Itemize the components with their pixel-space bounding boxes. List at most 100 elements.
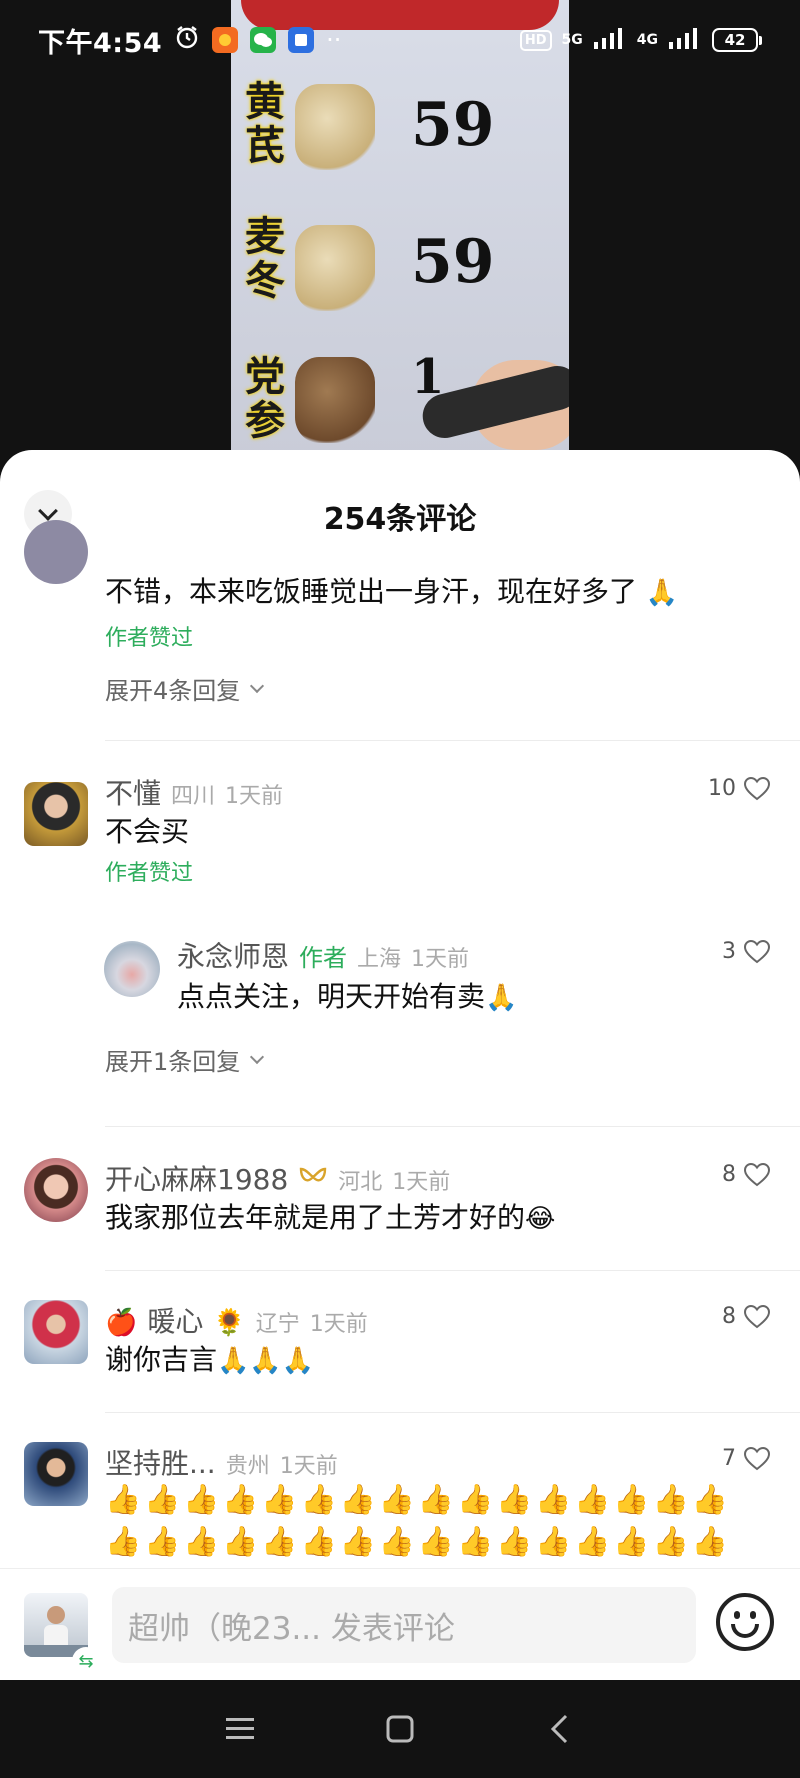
herb-image — [295, 225, 375, 311]
comment-sheet: 254条评论 不错，本来吃饭睡觉出一身汗，现在好多了 🙏 作者赞过 展开4条回复 — [0, 450, 800, 1678]
commenter-name[interactable]: 暖心 — [147, 1300, 203, 1340]
herb-price: 59 — [411, 90, 495, 160]
switch-identity-icon[interactable]: ⇆ — [72, 1647, 100, 1675]
herb-name: 党参 — [245, 353, 285, 444]
battery-level: 42 — [712, 28, 758, 52]
chevron-down-icon — [250, 678, 265, 693]
like-button[interactable]: 8 — [722, 1304, 771, 1329]
avatar[interactable] — [24, 1300, 88, 1364]
divider — [105, 1126, 800, 1127]
thumbs-up-emoji-line: 👍👍👍👍👍👍👍👍👍👍👍👍👍👍👍👍 — [105, 1524, 731, 1558]
like-count: 7 — [722, 1446, 736, 1471]
back-nav-button[interactable] — [530, 1699, 590, 1759]
herb-image — [295, 357, 375, 443]
more-notifications-icon: ·· — [326, 26, 342, 54]
like-button[interactable]: 7 — [722, 1446, 771, 1471]
hd-voice-badge: HD — [519, 29, 552, 51]
like-button[interactable]: 3 — [722, 939, 771, 964]
menu-nav-button[interactable] — [210, 1699, 270, 1759]
commenter-name[interactable]: 不懂 — [105, 772, 161, 812]
pray-emoji: 🙏 — [645, 578, 679, 608]
expand-replies-label: 展开1条回复 — [105, 1048, 241, 1076]
wechat-icon — [250, 27, 277, 53]
expand-replies-button[interactable]: 展开1条回复 — [105, 1042, 770, 1077]
author-tag: 作者 — [299, 944, 348, 972]
home-icon — [386, 1715, 414, 1743]
pray-emoji: 🙏🙏🙏 — [217, 1346, 315, 1376]
home-nav-button[interactable] — [370, 1699, 430, 1759]
commenter-region: 河北 — [338, 1170, 383, 1195]
system-nav-bar — [0, 1680, 800, 1778]
screen: 下午4:54 ·· HD 5G 4G 42 黄芪 59 麦冬 59 党参 1 2… — [0, 0, 800, 1778]
comment-count-title: 254条评论 — [323, 502, 477, 537]
signal-4g-icon — [668, 26, 702, 54]
fan-badge-icon — [298, 1163, 328, 1196]
thumbs-up-emoji-line: 👍👍👍👍👍👍👍👍👍👍👍👍👍👍👍👍 — [105, 1482, 731, 1516]
like-count: 8 — [722, 1304, 736, 1329]
like-count: 10 — [708, 776, 736, 801]
like-count: 3 — [722, 939, 736, 964]
herb-name: 麦冬 — [245, 213, 285, 304]
commenter-region: 贵州 — [225, 1454, 270, 1479]
comment-time: 1天前 — [309, 1312, 368, 1337]
commenter-region: 辽宁 — [255, 1312, 300, 1337]
author-liked-label: 作者赞过 — [105, 626, 194, 651]
like-button[interactable]: 8 — [722, 1162, 771, 1187]
comment-time: 1天前 — [392, 1170, 451, 1195]
avatar[interactable] — [24, 782, 88, 846]
comment-text: 不会买 — [105, 815, 190, 848]
comment-time: 1天前 — [279, 1454, 338, 1479]
menu-icon — [226, 1718, 254, 1739]
commenter-region: 四川 — [171, 784, 216, 809]
signal-5g-icon — [593, 26, 627, 54]
apple-emoji: 🍎 — [105, 1308, 138, 1338]
commenter-region: 上海 — [357, 947, 402, 972]
pray-emoji: 🙏 — [485, 983, 518, 1013]
comment-time: 1天前 — [411, 947, 470, 972]
alarm-icon — [174, 24, 200, 57]
emoji-picker-button[interactable] — [716, 1593, 774, 1651]
heart-icon — [743, 776, 771, 801]
network-5g-label: 5G — [561, 32, 583, 48]
map-app-icon — [288, 27, 315, 53]
herb-row: 黄芪 59 — [231, 80, 569, 190]
comment-input[interactable]: 超帅（晚23... 发表评论 — [112, 1587, 696, 1663]
avatar[interactable] — [24, 1442, 88, 1506]
commenter-name[interactable]: 永念师恩 — [177, 935, 289, 975]
status-bar: 下午4:54 ·· HD 5G 4G 42 — [0, 0, 800, 80]
reply-text: 点点关注，明天开始有卖🙏 — [177, 975, 770, 1020]
battery-icon: 42 — [712, 28, 762, 52]
commenter-name[interactable]: 开心麻麻1988 — [105, 1158, 288, 1198]
comment-input-bar: ⇆ 超帅（晚23... 发表评论 — [0, 1568, 800, 1680]
like-button[interactable]: 10 — [708, 776, 771, 801]
comment-time: 1天前 — [225, 784, 284, 809]
sheet-header: 254条评论 — [0, 450, 800, 580]
heart-icon — [743, 1446, 771, 1471]
comment-text: 我家那位去年就是用了土芳才好的😂 — [105, 1196, 770, 1241]
avatar[interactable] — [104, 941, 160, 997]
expand-replies-button[interactable]: 展开4条回复 — [105, 671, 770, 706]
comment-text: 谢你吉言🙏🙏🙏 — [105, 1338, 770, 1383]
avatar[interactable] — [24, 1158, 88, 1222]
herb-image — [295, 84, 375, 170]
back-icon — [550, 1714, 568, 1744]
chevron-down-icon — [250, 1049, 265, 1064]
divider — [105, 740, 800, 741]
herb-row: 麦冬 59 — [231, 215, 569, 325]
avatar[interactable] — [24, 520, 88, 584]
divider — [105, 1412, 800, 1413]
expand-replies-label: 展开4条回复 — [105, 677, 241, 705]
herb-price: 59 — [411, 227, 495, 297]
app-notification-icon — [212, 27, 239, 53]
laughing-emoji: 😂 — [525, 1204, 556, 1234]
comment-text: 不错，本来吃饭睡觉出一身汗，现在好多了 🙏 — [105, 570, 770, 615]
commenter-name[interactable]: 坚持胜... — [105, 1442, 216, 1482]
my-avatar[interactable] — [24, 1593, 88, 1657]
author-liked-label: 作者赞过 — [105, 861, 194, 886]
heart-icon — [743, 1304, 771, 1329]
divider — [105, 1270, 800, 1271]
heart-icon — [743, 939, 771, 964]
like-count: 8 — [722, 1162, 736, 1187]
sunflower-emoji: 🌻 — [213, 1308, 246, 1338]
status-time: 下午4:54 — [38, 27, 163, 59]
